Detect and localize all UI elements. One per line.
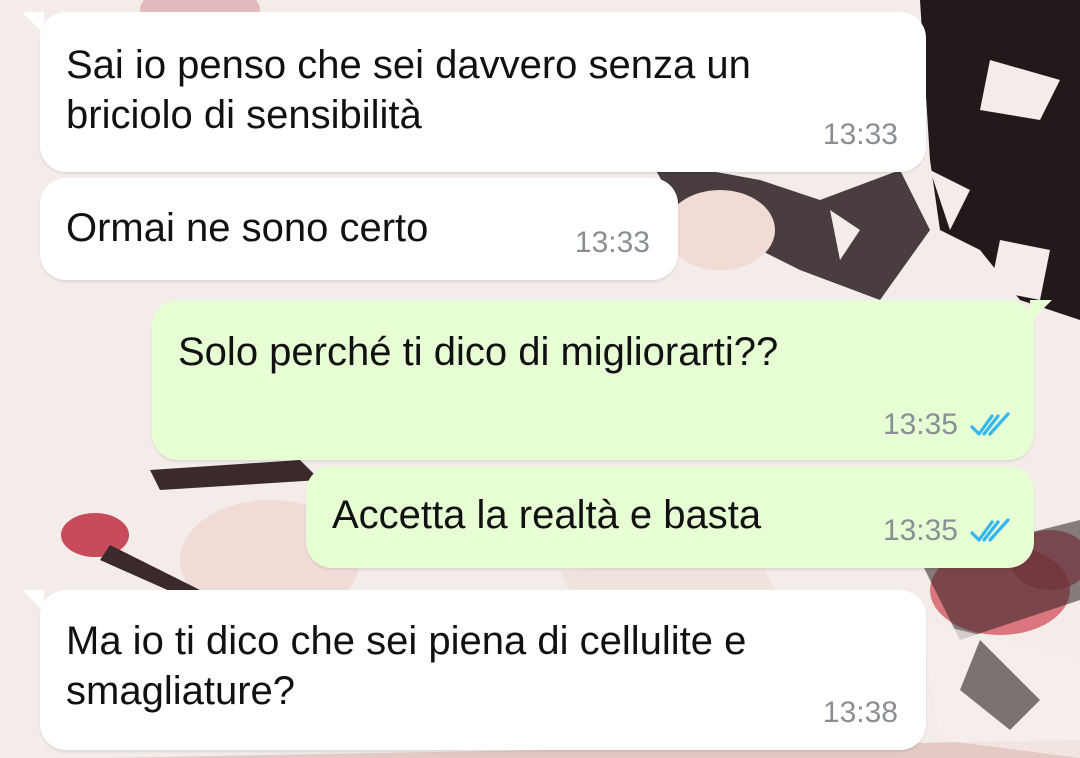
message-text: Sai io penso che sei davvero senza un br… [66, 40, 751, 140]
message-timestamp: 13:33 [822, 118, 898, 151]
message-timestamp: 13:35 [882, 514, 958, 547]
message-text-line: smagliature? [66, 669, 296, 713]
bubble-tail [1030, 300, 1052, 322]
bubble-tail [22, 12, 44, 34]
double-check-read-icon [970, 518, 1010, 542]
message-text-line: Ma io ti dico che sei piena di cellulite… [66, 619, 747, 663]
message-bubble-outgoing[interactable]: Accetta la realtà e basta 13:35 [306, 466, 1034, 568]
message-text: Ma io ti dico che sei piena di cellulite… [66, 616, 746, 716]
message-bubble-incoming[interactable]: Sai io penso che sei davvero senza un br… [22, 12, 926, 172]
message-text-line: Solo perché ti dico di migliorarti?? [178, 330, 779, 374]
message-text-line: Sai io penso che sei davvero senza un [66, 43, 751, 87]
message-timestamp: 13:38 [822, 696, 898, 729]
message-timestamp: 13:35 [882, 408, 958, 441]
message-text-line: briciolo di sensibilità [66, 93, 422, 137]
bubble-tail [22, 590, 44, 612]
message-text-line: Accetta la realtà e basta [332, 493, 762, 537]
message-bubble-incoming[interactable]: Ormai ne sono certo 13:33 [40, 178, 678, 280]
message-timestamp: 13:33 [574, 226, 650, 259]
message-text-line: Ormai ne sono certo [66, 206, 429, 250]
message-bubble-outgoing[interactable]: Solo perché ti dico di migliorarti?? 13:… [152, 300, 1052, 460]
message-bubble-incoming[interactable]: Ma io ti dico che sei piena di cellulite… [22, 590, 926, 750]
message-text: Solo perché ti dico di migliorarti?? [178, 327, 778, 377]
double-check-read-icon [970, 412, 1010, 436]
message-text: Ormai ne sono certo [66, 203, 428, 253]
message-text: Accetta la realtà e basta [332, 490, 761, 540]
